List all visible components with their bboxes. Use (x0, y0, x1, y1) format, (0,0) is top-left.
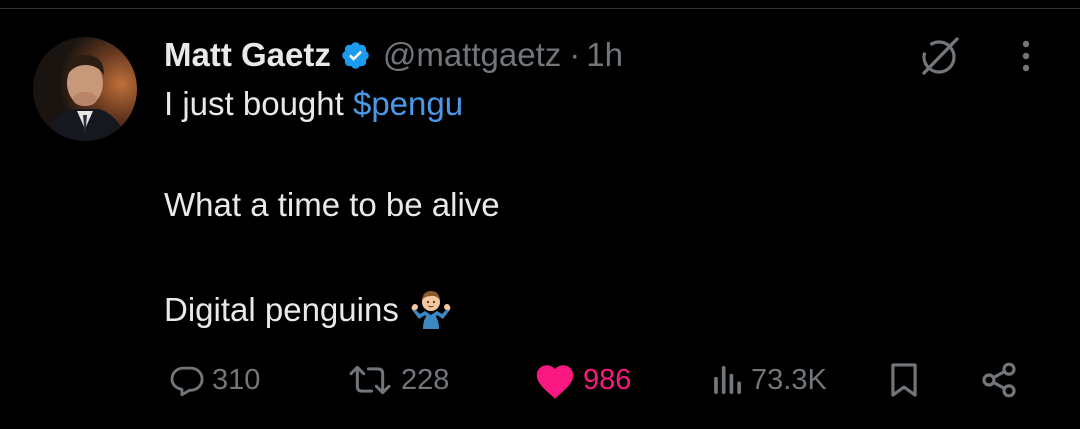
author-handle[interactable]: @mattgaetz (383, 36, 561, 74)
avatar[interactable] (33, 37, 137, 141)
tweet-header: Matt Gaetz @mattgaetz · 1h (164, 30, 623, 80)
views-button[interactable]: 73.3K (711, 355, 827, 405)
verified-badge-icon[interactable] (340, 40, 371, 71)
repost-icon (349, 365, 391, 395)
share-button[interactable] (979, 355, 1019, 405)
reply-icon (170, 366, 204, 397)
tweet-text-line-2: What a time to be alive (164, 186, 500, 223)
like-count: 986 (583, 363, 632, 396)
reply-count: 310 (212, 363, 261, 396)
views-icon (714, 366, 741, 394)
repost-button[interactable]: 228 (345, 355, 449, 405)
share-icon (982, 362, 1016, 398)
repost-count: 228 (401, 363, 450, 396)
tweet-text-line-3: Digital penguins (164, 285, 453, 329)
bookmark-icon (891, 363, 917, 397)
bookmark-button[interactable] (885, 355, 923, 405)
person-shrugging-emoji-icon (409, 285, 453, 329)
separator-dot: · (569, 36, 581, 73)
more-icon[interactable] (1011, 38, 1041, 78)
tweet-text-line-3-label: Digital penguins (164, 291, 399, 328)
grok-icon[interactable] (916, 33, 962, 79)
reply-button[interactable]: 310 (168, 355, 260, 405)
tweet-text-prefix: I just bought (164, 85, 353, 122)
views-count: 73.3K (751, 363, 827, 396)
like-button[interactable]: 986 (533, 355, 631, 405)
author-name[interactable]: Matt Gaetz (164, 36, 331, 74)
like-icon (536, 365, 574, 399)
timestamp[interactable]: 1h (586, 36, 623, 74)
action-bar: 310 228 986 73.3K (168, 355, 1048, 405)
top-divider (0, 0, 1080, 9)
cashtag-link[interactable]: $pengu (353, 85, 463, 122)
tweet-text-line-1: I just bought $pengu (164, 85, 463, 123)
